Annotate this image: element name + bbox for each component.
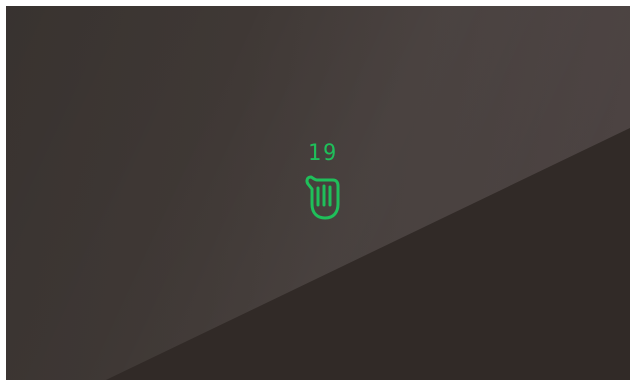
hand-counter: 19 — [301, 142, 345, 230]
counter-value: 19 — [307, 141, 339, 166]
raised-hand-icon — [305, 175, 340, 220]
lock-screen: 19 — [6, 6, 630, 380]
